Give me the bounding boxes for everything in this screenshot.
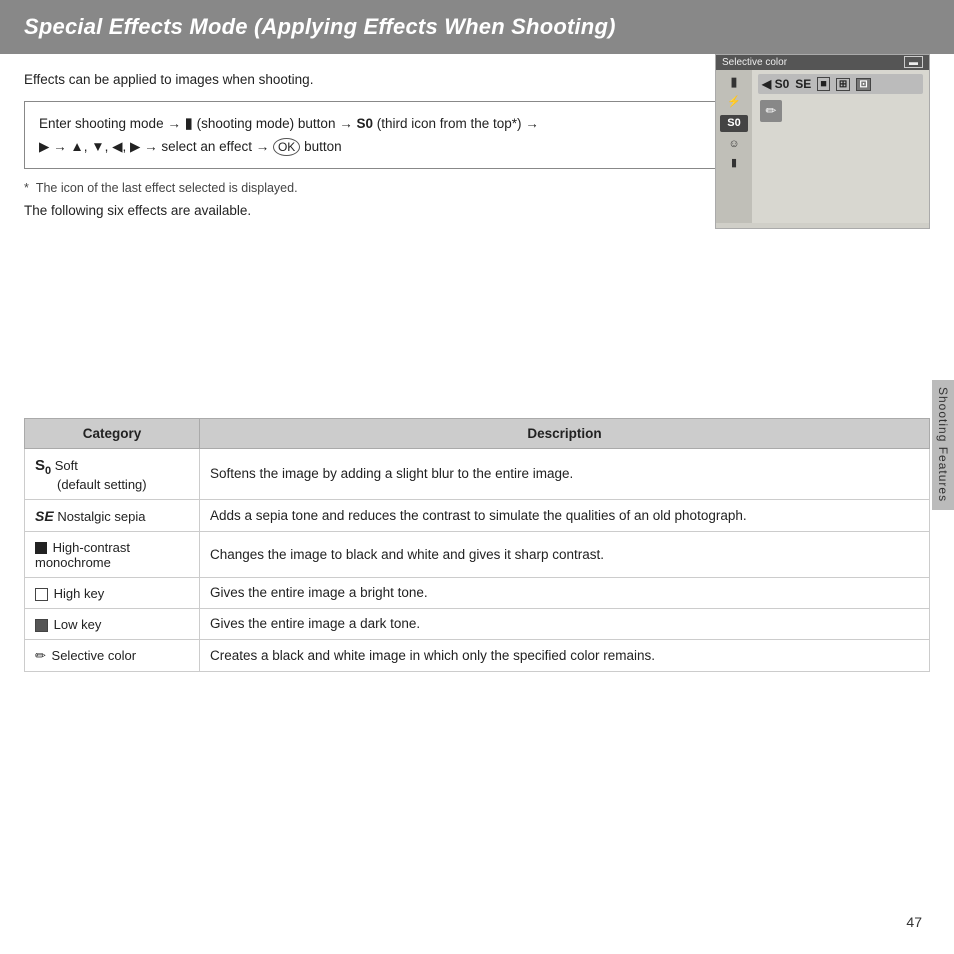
desc-sc: Creates a black and white image in which…	[200, 639, 930, 672]
desc-soft: Softens the image by adding a slight blu…	[200, 448, 930, 499]
lk-icon	[35, 619, 48, 632]
camera-ui-title: Selective color	[722, 57, 787, 68]
table-row: Low key Gives the entire image a dark to…	[25, 608, 930, 639]
effects-table: Category Description S0 Soft(default set…	[24, 418, 930, 673]
cam-icon-camera: ▮	[730, 74, 737, 90]
hc-icon	[35, 542, 47, 554]
cam-icon-lightning: ⚡	[727, 96, 741, 109]
cam-icon-camera2: ▮	[731, 157, 737, 170]
battery-icon: ▬	[904, 57, 923, 68]
table-row: SE Nostalgic sepia Adds a sepia tone and…	[25, 499, 930, 531]
cam-se: SE	[795, 77, 811, 91]
cat-hc: High-contrastmonochrome	[25, 531, 200, 577]
cat-lk: Low key	[25, 608, 200, 639]
desc-se: Adds a sepia tone and reduces the contra…	[200, 499, 930, 531]
header-bar: Special Effects Mode (Applying Effects W…	[0, 0, 954, 54]
table-row: High-contrastmonochrome Changes the imag…	[25, 531, 930, 577]
main-content: Effects can be applied to images when sh…	[0, 54, 954, 672]
cam-arrow-so: ◀ S0	[762, 77, 789, 91]
table-row: High key Gives the entire image a bright…	[25, 577, 930, 608]
sidebar-label: Shooting Features	[936, 387, 950, 502]
footnote-text: The icon of the last effect selected is …	[36, 181, 298, 195]
camera-ui-top-row: ◀ S0 SE ■ ⊞ ⊡	[758, 74, 923, 94]
cat-soft: S0 Soft(default setting)	[25, 448, 200, 499]
sc-label: Selective color	[52, 648, 137, 663]
desc-lk: Gives the entire image a dark tone.	[200, 608, 930, 639]
col-category: Category	[25, 418, 200, 448]
desc-hc: Changes the image to black and white and…	[200, 531, 930, 577]
cat-hk: High key	[25, 577, 200, 608]
instruction-line2: ▶ → ▲, ▼, ◀, ▶ → select an effect → OK b…	[39, 139, 342, 154]
hk-label: High key	[54, 586, 105, 601]
instruction-line1: Enter shooting mode → ▮ (shooting mode) …	[39, 116, 539, 131]
cam-hk: ⊞	[836, 78, 850, 91]
footnote-marker: *	[24, 181, 29, 195]
effects-table-section: Category Description S0 Soft(default set…	[24, 418, 930, 673]
hc-label: High-contrastmonochrome	[35, 540, 130, 570]
cam-pencil-row: ✏	[758, 100, 923, 122]
hk-icon	[35, 588, 48, 601]
sc-icon: ✏	[35, 648, 46, 664]
se-label: Nostalgic sepia	[57, 509, 145, 524]
soft-label: Soft(default setting)	[35, 458, 147, 492]
lk-label: Low key	[54, 617, 102, 632]
camera-ui-left-icons: ▮ ⚡ S0 ☺ ▮	[716, 70, 752, 223]
se-icon: SE	[35, 508, 54, 524]
pencil-box: ✏	[760, 100, 782, 122]
desc-hk: Gives the entire image a bright tone.	[200, 577, 930, 608]
cat-se: SE Nostalgic sepia	[25, 499, 200, 531]
cam-hc: ■	[817, 77, 830, 91]
soft-icon: S0	[35, 457, 51, 474]
table-header-row: Category Description	[25, 418, 930, 448]
cat-sc: ✏ Selective color	[25, 639, 200, 672]
cam-icon-face: ☺	[728, 138, 739, 151]
table-row: S0 Soft(default setting) Softens the ima…	[25, 448, 930, 499]
table-row: ✏ Selective color Creates a black and wh…	[25, 639, 930, 672]
col-description: Description	[200, 418, 930, 448]
camera-ui-screenshot: Selective color ▬ ▮ ⚡ S0 ☺ ▮ ◀ S0 SE ■ ⊞	[715, 54, 930, 229]
page-title: Special Effects Mode (Applying Effects W…	[24, 14, 616, 40]
sidebar-tab: Shooting Features	[932, 380, 954, 510]
cam-lk: ⊡	[856, 78, 870, 91]
cam-icon-so: S0	[720, 115, 748, 132]
camera-ui-right: ◀ S0 SE ■ ⊞ ⊡ ✏	[752, 70, 929, 223]
camera-ui-body: ▮ ⚡ S0 ☺ ▮ ◀ S0 SE ■ ⊞ ⊡ ✏	[716, 70, 929, 223]
camera-ui-title-bar: Selective color ▬	[716, 55, 929, 70]
page-number: 47	[906, 914, 922, 930]
